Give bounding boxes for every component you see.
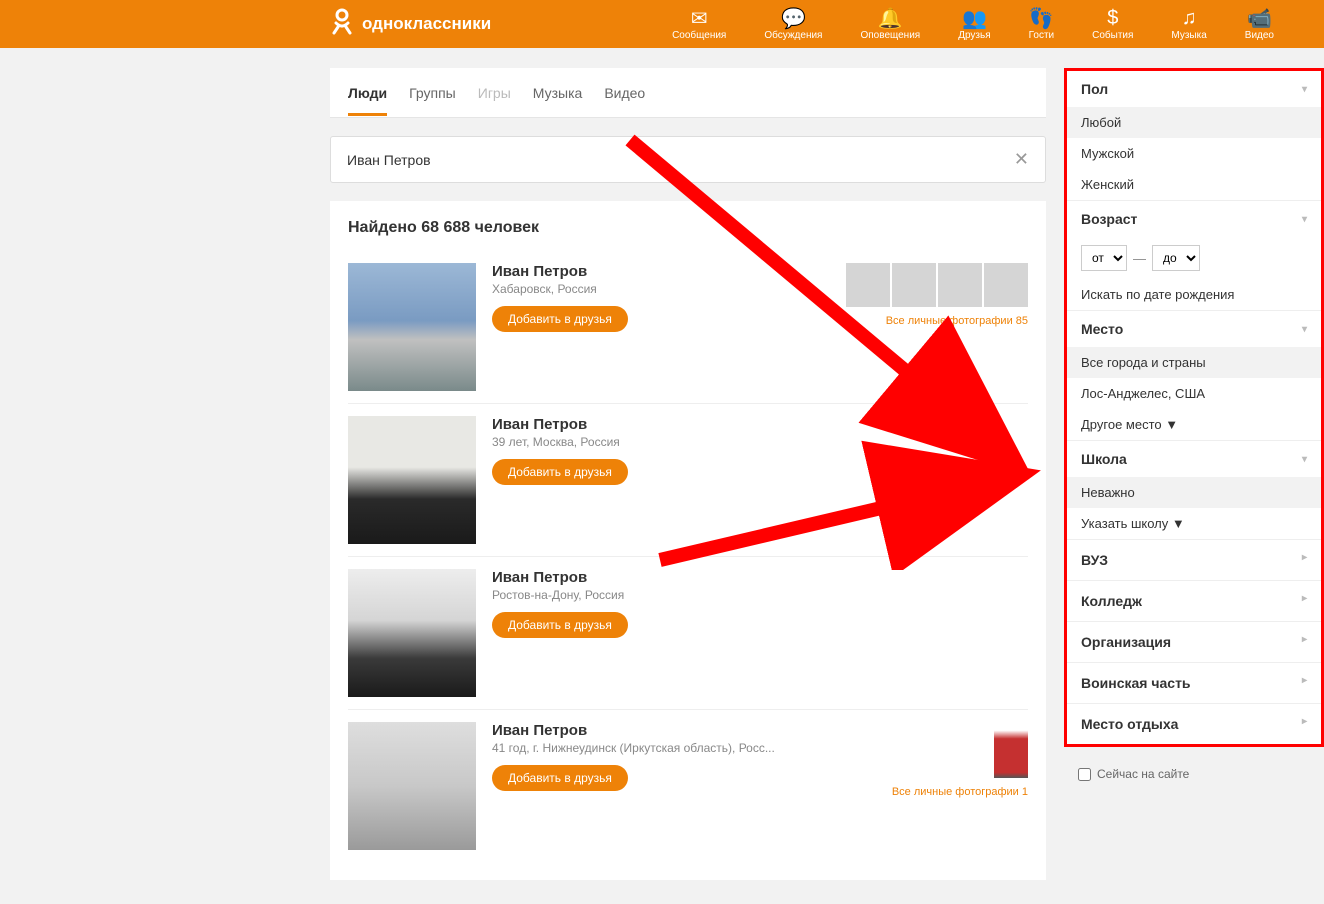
gender-female[interactable]: Женский [1067, 169, 1321, 200]
gender-male[interactable]: Мужской [1067, 138, 1321, 169]
nav-friends[interactable]: 👥Друзья [958, 7, 990, 41]
results-panel: Найдено 68 688 человек Иван Петров Хабар… [330, 201, 1046, 880]
add-friend-button[interactable]: Добавить в друзья [492, 306, 628, 332]
chevron-right-icon: ▸ [1302, 634, 1307, 650]
filter-gender-header[interactable]: Пол▾ [1067, 71, 1321, 107]
filter-vacation[interactable]: Место отдыха▸ [1067, 704, 1321, 744]
result-meta: Ростов-на-Дону, Россия [492, 588, 1028, 602]
video-icon: 📹 [1245, 7, 1274, 29]
result-row: Иван Петров Ростов-на-Дону, Россия Добав… [348, 557, 1028, 710]
thumb[interactable] [938, 263, 982, 307]
chevron-down-icon: ▾ [1302, 324, 1307, 335]
avatar[interactable] [348, 722, 476, 850]
tab-groups[interactable]: Группы [409, 70, 456, 116]
place-other[interactable]: Другое место ▼ [1067, 409, 1321, 440]
chevron-down-icon: ▾ [1302, 454, 1307, 465]
brand-text: одноклассники [362, 14, 491, 34]
friends-icon: 👥 [958, 7, 990, 29]
clear-icon[interactable]: ✕ [1014, 149, 1029, 170]
place-la[interactable]: Лос-Анджелес, США [1067, 378, 1321, 409]
top-header: одноклассники ✉Сообщения 💬Обсуждения 🔔Оп… [0, 0, 1324, 48]
birthdate-search-link[interactable]: Искать по дате рождения [1067, 279, 1321, 310]
result-row: Иван Петров Хабаровск, Россия Добавить в… [348, 251, 1028, 404]
result-row: Иван Петров 41 год, г. Нижнеудинск (Ирку… [348, 710, 1028, 862]
result-row: Иван Петров 39 лет, Москва, Россия Добав… [348, 404, 1028, 557]
avatar[interactable] [348, 569, 476, 697]
photo-thumbs[interactable] [892, 722, 1028, 778]
chevron-right-icon: ▸ [1302, 552, 1307, 568]
result-meta: 39 лет, Москва, Россия [492, 435, 1028, 449]
filter-school-header[interactable]: Школа▾ [1067, 441, 1321, 477]
result-meta: Хабаровск, Россия [492, 282, 830, 296]
now-online-input[interactable] [1078, 768, 1091, 781]
school-any[interactable]: Неважно [1067, 477, 1321, 508]
results-count: Найдено 68 688 человек [348, 219, 1028, 237]
age-dash: — [1133, 251, 1146, 266]
search-box: ✕ [330, 136, 1046, 183]
gender-any[interactable]: Любой [1067, 107, 1321, 138]
photo-thumbs[interactable] [846, 263, 1028, 307]
bell-icon: 🔔 [860, 7, 920, 29]
chat-icon: 💬 [764, 7, 822, 29]
nav-notifications[interactable]: 🔔Оповещения [860, 7, 920, 41]
filter-school: Школа▾ Неважно Указать школу ▼ [1067, 441, 1321, 540]
filters-sidebar: Пол▾ Любой Мужской Женский Возраст▾ от —… [1064, 68, 1324, 747]
footprints-icon: 👣 [1029, 7, 1054, 29]
tab-games[interactable]: Игры [478, 70, 511, 116]
search-tabs: Люди Группы Игры Музыка Видео [330, 68, 1046, 118]
thumb[interactable] [994, 722, 1028, 778]
nav-messages[interactable]: ✉Сообщения [672, 7, 726, 41]
thumb[interactable] [892, 263, 936, 307]
nav-discussions[interactable]: 💬Обсуждения [764, 7, 822, 41]
filter-age-header[interactable]: Возраст▾ [1067, 201, 1321, 237]
top-nav: ✉Сообщения 💬Обсуждения 🔔Оповещения 👥Друз… [672, 7, 1274, 41]
avatar[interactable] [348, 263, 476, 391]
filter-age: Возраст▾ от — до Искать по дате рождения [1067, 201, 1321, 311]
add-friend-button[interactable]: Добавить в друзья [492, 459, 628, 485]
nav-events[interactable]: $События [1092, 7, 1133, 41]
filter-college[interactable]: Колледж▸ [1067, 581, 1321, 622]
brand-logo[interactable]: одноклассники [330, 7, 491, 42]
age-from-select[interactable]: от [1081, 245, 1127, 271]
nav-music[interactable]: ♫Музыка [1171, 7, 1206, 41]
result-name[interactable]: Иван Петров [492, 416, 1028, 433]
filter-vuz[interactable]: ВУЗ▸ [1067, 540, 1321, 581]
tab-people[interactable]: Люди [348, 70, 387, 116]
place-all[interactable]: Все города и страны [1067, 347, 1321, 378]
search-input[interactable] [347, 152, 1014, 168]
tab-video[interactable]: Видео [604, 70, 645, 116]
age-to-select[interactable]: до [1152, 245, 1200, 271]
school-specify[interactable]: Указать школу ▼ [1067, 508, 1321, 539]
nav-video[interactable]: 📹Видео [1245, 7, 1274, 41]
avatar[interactable] [348, 416, 476, 544]
filter-military[interactable]: Воинская часть▸ [1067, 663, 1321, 704]
envelope-icon: ✉ [672, 7, 726, 29]
chevron-right-icon: ▸ [1302, 716, 1307, 732]
filter-organization[interactable]: Организация▸ [1067, 622, 1321, 663]
add-friend-button[interactable]: Добавить в друзья [492, 765, 628, 791]
chevron-down-icon: ▾ [1302, 84, 1307, 95]
result-name[interactable]: Иван Петров [492, 722, 876, 739]
filter-gender: Пол▾ Любой Мужской Женский [1067, 71, 1321, 201]
result-meta: 41 год, г. Нижнеудинск (Иркутская област… [492, 741, 876, 755]
tab-music[interactable]: Музыка [533, 70, 583, 116]
thumb[interactable] [984, 263, 1028, 307]
music-icon: ♫ [1171, 7, 1206, 29]
all-photos-link[interactable]: Все личные фотографии 1 [892, 786, 1028, 798]
chevron-down-icon: ▾ [1302, 214, 1307, 225]
result-name[interactable]: Иван Петров [492, 263, 830, 280]
chevron-right-icon: ▸ [1302, 593, 1307, 609]
add-friend-button[interactable]: Добавить в друзья [492, 612, 628, 638]
filter-place: Место▾ Все города и страны Лос-Анджелес,… [1067, 311, 1321, 441]
now-online-checkbox[interactable]: Сейчас на сайте [1064, 757, 1324, 791]
thumb[interactable] [846, 263, 890, 307]
result-name[interactable]: Иван Петров [492, 569, 1028, 586]
ok-logo-icon [330, 7, 354, 42]
filter-place-header[interactable]: Место▾ [1067, 311, 1321, 347]
nav-guests[interactable]: 👣Гости [1029, 7, 1054, 41]
events-icon: $ [1092, 7, 1133, 29]
all-photos-link[interactable]: Все личные фотографии 85 [846, 315, 1028, 327]
chevron-right-icon: ▸ [1302, 675, 1307, 691]
